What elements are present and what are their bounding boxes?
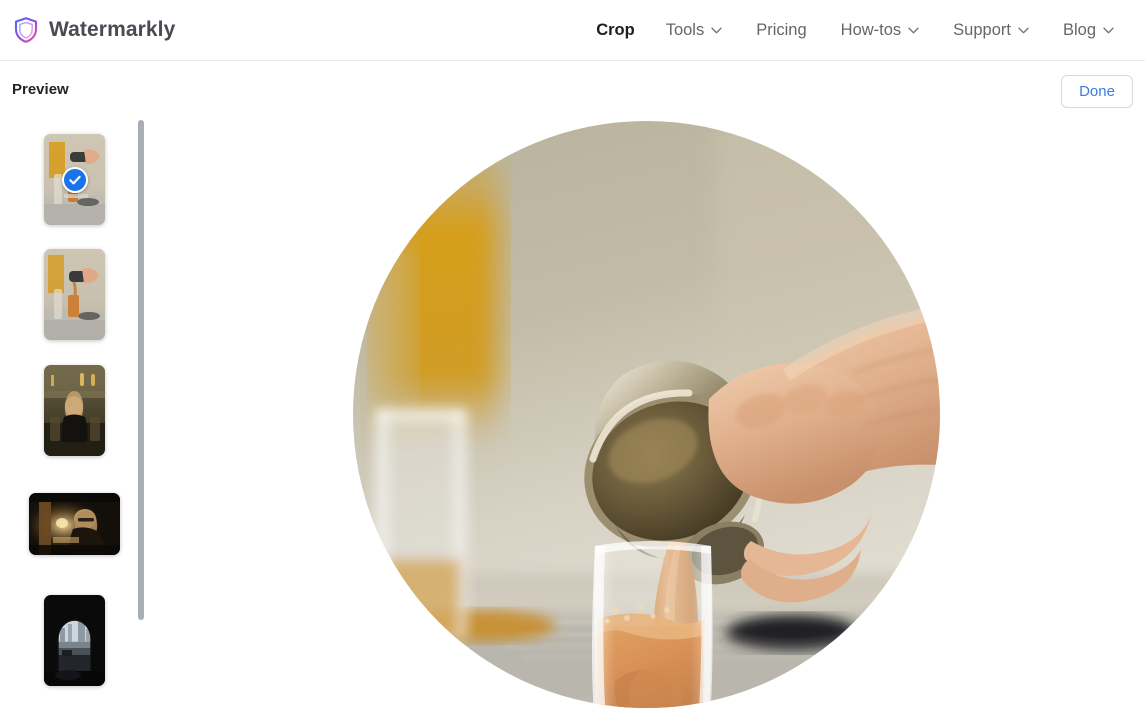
chevron-down-icon	[1103, 27, 1114, 34]
nav-item-crop[interactable]: Crop	[579, 15, 649, 46]
scrollbar-thumb[interactable]	[138, 120, 144, 620]
editor-subheader: Preview	[0, 61, 1145, 121]
list-item[interactable]	[44, 249, 105, 340]
thumbnail-rail	[0, 121, 150, 720]
nav-item-label: Pricing	[756, 20, 807, 39]
thumbnail-coffee-pour-portrait-2[interactable]	[44, 249, 105, 340]
chevron-down-icon	[711, 27, 722, 34]
nav-item-tools[interactable]: Tools	[649, 15, 740, 46]
page-title: Preview	[12, 81, 69, 98]
done-button[interactable]: Done	[1061, 75, 1133, 108]
crop-preview-circle[interactable]	[353, 121, 940, 708]
preview-image-coffee-pour	[353, 121, 940, 708]
chevron-down-icon	[908, 27, 919, 34]
preview-stage	[150, 121, 1145, 720]
brand-name: Watermarkly	[49, 18, 176, 41]
nav-item-support[interactable]: Support	[936, 15, 1046, 46]
brand-logo-link[interactable]: Watermarkly	[12, 17, 175, 43]
main-nav: Crop Tools Pricing How-tos Support Blog	[579, 15, 1133, 46]
chevron-down-icon	[1018, 27, 1029, 34]
list-item[interactable]	[44, 595, 105, 686]
shield-icon	[14, 17, 38, 43]
list-item[interactable]	[44, 134, 105, 225]
nav-item-blog[interactable]: Blog	[1046, 15, 1131, 46]
list-item[interactable]	[44, 365, 105, 456]
thumbnail-city-through-arch[interactable]	[44, 595, 105, 686]
thumbnail-coffee-pour-portrait[interactable]	[44, 134, 105, 225]
nav-item-how-tos[interactable]: How-tos	[824, 15, 937, 46]
thumbnail-woman-seated-interior[interactable]	[44, 365, 105, 456]
list-item[interactable]	[29, 493, 120, 555]
site-header: Watermarkly Crop Tools Pricing How-tos S…	[0, 0, 1145, 61]
nav-item-pricing[interactable]: Pricing	[739, 15, 823, 46]
nav-item-label: Blog	[1062, 20, 1096, 39]
check-circle-icon	[61, 166, 88, 193]
thumbnail-scrollbar[interactable]	[138, 120, 144, 620]
nav-item-label: Crop	[596, 20, 635, 39]
nav-item-label: How-tos	[840, 20, 902, 39]
thumbnail-man-workshop-dim[interactable]	[29, 493, 120, 555]
nav-item-label: Support	[953, 20, 1011, 39]
nav-item-label: Tools	[665, 20, 705, 39]
